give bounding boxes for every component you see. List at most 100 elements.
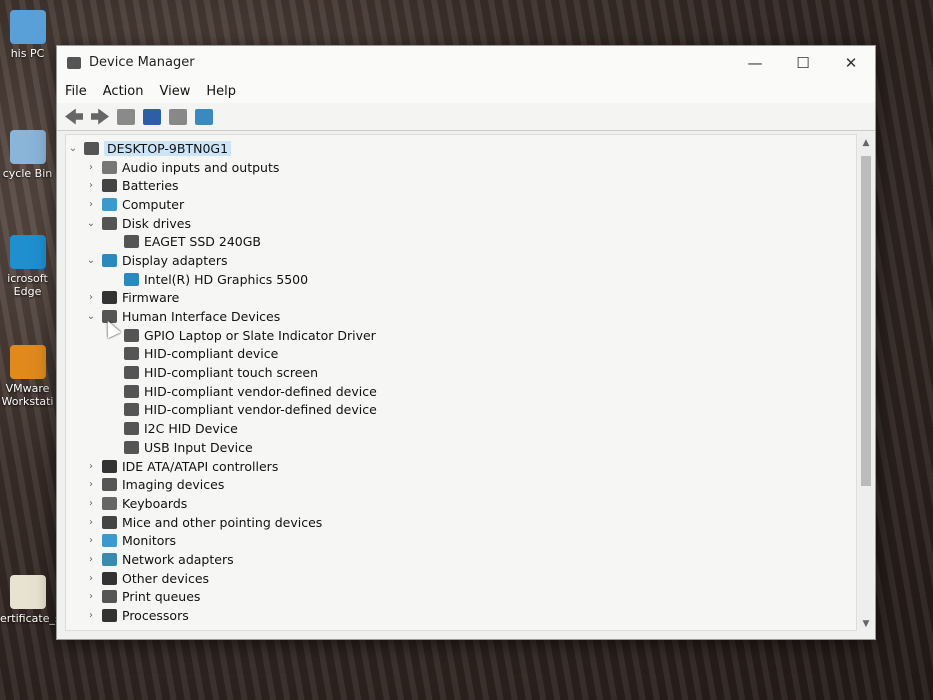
desktop-icon-label: icrosoft Edge [7,272,48,298]
tree-item-label: Firmware [122,290,180,306]
tree-category[interactable]: › Network adapters [66,550,856,569]
chevron-right-icon[interactable]: › [84,162,98,173]
chevron-right-icon[interactable]: › [84,573,98,584]
forward-arrow-icon[interactable] [91,108,109,125]
device-manager-window: Device Manager — ☐ ✕ File Action View He… [56,45,876,640]
device-icon [124,328,139,342]
tree-device[interactable]: HID-compliant vendor-defined device [66,382,856,401]
scan-hardware-icon[interactable] [195,108,213,125]
chevron-right-icon[interactable]: › [84,479,98,490]
scroll-down-icon[interactable]: ▼ [859,619,873,629]
minimize-button[interactable]: — [731,54,779,72]
vertical-scrollbar[interactable]: ▲ ▼ [859,138,873,629]
tree-category[interactable]: › Print queues [66,588,856,607]
chevron-down-icon[interactable]: ⌄ [84,255,98,266]
device-icon [102,571,117,585]
desktop-icon-label: VMware Workstati [1,382,54,408]
chevron-right-icon[interactable]: › [84,554,98,565]
desktop-icon[interactable]: cycle Bin [0,130,55,180]
tree-item-label: IDE ATA/ATAPI controllers [122,458,279,474]
tree-device[interactable]: HID-compliant device [66,345,856,364]
tree-category[interactable]: › Firmware [66,289,856,308]
tree-item-label: Display adapters [122,252,228,268]
tree-device[interactable]: EAGET SSD 240GB [66,232,856,251]
device-icon [102,496,117,510]
tree-item-label: Other devices [122,570,210,586]
chevron-right-icon[interactable]: › [84,461,98,472]
desktop-icon[interactable]: icrosoft Edge [0,235,55,298]
update-driver-icon[interactable] [169,108,187,125]
tree-item-label: Disk drives [122,215,191,231]
chevron-down-icon[interactable]: ⌄ [84,218,98,229]
device-icon [102,609,117,623]
tree-item-label: Keyboards [122,495,188,511]
desktop-icon[interactable]: ertificate_s... [0,575,71,625]
device-manager-icon [67,56,81,69]
device-icon [102,590,117,604]
chevron-down-icon[interactable]: ⌄ [84,311,98,322]
tree-category[interactable]: › Processors [66,606,856,625]
maximize-button[interactable]: ☐ [779,54,827,72]
device-icon [102,216,117,230]
tree-device[interactable]: I2C HID Device [66,419,856,438]
tree-device[interactable]: HID-compliant touch screen [66,363,856,382]
chevron-right-icon[interactable]: › [84,498,98,509]
tree-root[interactable]: ⌄ DESKTOP-9BTN0G1 [66,139,856,158]
tree-category[interactable]: › Other devices [66,569,856,588]
properties-icon[interactable] [117,108,135,125]
desktop-icon[interactable]: VMware Workstati [0,345,55,408]
desktop-app-icon [9,235,46,269]
chevron-down-icon[interactable]: ⌄ [66,143,80,154]
back-arrow-icon[interactable] [65,108,83,125]
tree-item-label: HID-compliant touch screen [144,365,319,381]
chevron-right-icon[interactable]: › [84,180,98,191]
tree-category[interactable]: › Imaging devices [66,475,856,494]
tree-device[interactable]: USB Input Device [66,438,856,457]
tree-category[interactable]: › Audio inputs and outputs [66,158,856,177]
tree-item-label: Imaging devices [122,477,225,493]
tree-device[interactable]: GPIO Laptop or Slate Indicator Driver [66,326,856,345]
device-icon [124,384,139,398]
desktop-app-icon [9,10,46,44]
device-icon [102,291,117,305]
tree-category[interactable]: › Batteries [66,176,856,195]
tree-item-label: Intel(R) HD Graphics 5500 [144,271,309,287]
tree-category[interactable]: › Monitors [66,531,856,550]
desktop-icon[interactable]: his PC [0,10,55,60]
device-icon [102,534,117,548]
tree-item-label: HID-compliant vendor-defined device [144,383,377,399]
chevron-right-icon[interactable]: › [84,610,98,621]
device-icon [124,440,139,454]
title-bar[interactable]: Device Manager — ☐ ✕ [57,46,875,79]
device-icon [124,366,139,380]
tree-item-label: Human Interface Devices [122,309,281,325]
computer-icon [84,141,99,155]
device-icon [102,515,117,529]
chevron-right-icon[interactable]: › [84,535,98,546]
menu-action[interactable]: Action [103,84,144,99]
desktop-app-icon [9,130,46,164]
close-button[interactable]: ✕ [827,54,875,72]
chevron-right-icon[interactable]: › [84,517,98,528]
tree-category[interactable]: ⌄ Display adapters [66,251,856,270]
tree-category[interactable]: › Mice and other pointing devices [66,513,856,532]
tree-device[interactable]: HID-compliant vendor-defined device [66,401,856,420]
tree-item-label: Mice and other pointing devices [122,514,323,530]
chevron-right-icon[interactable]: › [84,591,98,602]
menu-help[interactable]: Help [206,84,236,99]
tree-category[interactable]: › Computer [66,195,856,214]
tree-device[interactable]: Intel(R) HD Graphics 5500 [66,270,856,289]
menu-file[interactable]: File [65,84,87,99]
toolbar [57,103,875,131]
tree-category[interactable]: › Keyboards [66,494,856,513]
tree-category[interactable]: › IDE ATA/ATAPI controllers [66,457,856,476]
tree-category[interactable]: ⌄ Human Interface Devices [66,307,856,326]
scroll-up-icon[interactable]: ▲ [859,138,873,148]
menu-view[interactable]: View [159,84,190,99]
tree-category[interactable]: ⌄ Disk drives [66,214,856,233]
device-icon [124,347,139,361]
chevron-right-icon[interactable]: › [84,292,98,303]
scrollbar-thumb[interactable] [861,156,871,486]
chevron-right-icon[interactable]: › [84,199,98,210]
help-icon[interactable] [143,108,161,125]
